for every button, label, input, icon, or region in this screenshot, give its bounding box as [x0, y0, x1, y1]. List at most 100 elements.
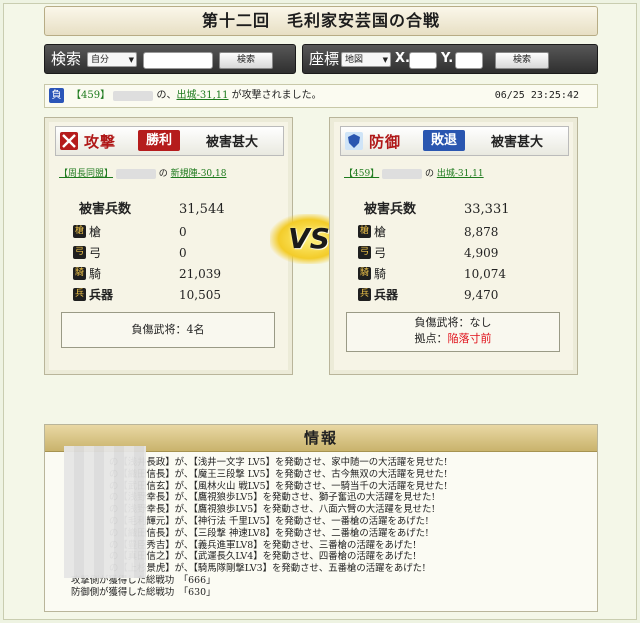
attack-row-bow: 弓 弓 0	[59, 243, 279, 263]
crossed-swords-icon	[60, 132, 78, 150]
notice-alliance-link[interactable]: 【459】	[71, 90, 110, 101]
attack-total-label: 被害兵数	[79, 202, 132, 217]
defense-row-cavalry: 騎 騎 10,074	[344, 264, 564, 284]
chevron-down-icon: ▼	[382, 56, 388, 64]
notice-timestamp: 06/25 23:25:42	[494, 90, 579, 101]
defense-header: 防御 敗退 被害甚大	[340, 126, 569, 156]
defense-row-bow: 弓 弓 4,909	[344, 243, 564, 263]
defense-row-value: 9,470	[464, 288, 499, 302]
chevron-down-icon: ▼	[128, 56, 134, 64]
defense-base-status-value: 陥落寸前	[447, 332, 492, 345]
attack-kind: 攻撃	[84, 133, 117, 151]
defense-kind: 防御	[369, 133, 402, 151]
blurred-name	[115, 168, 156, 179]
defense-owner-connector: の	[424, 169, 434, 179]
log-line: の【織田信長】が、【三段撃 神速LV8】を発動させ、二番槍の活躍をあげた!	[109, 527, 429, 539]
notice-connector: の	[156, 90, 167, 101]
blurred-name	[113, 90, 154, 101]
coordinate-label: 座標	[309, 50, 340, 68]
notice-message: 【459】 の、出城-31,11 が攻撃されました。	[71, 90, 322, 101]
defense-total-label: 被害兵数	[364, 202, 417, 217]
attack-row-value: 10,505	[179, 288, 221, 302]
attack-result-badge: 勝利	[138, 130, 180, 151]
attack-row-spear: 槍 槍 0	[59, 222, 279, 242]
horse-icon: 騎	[358, 267, 371, 280]
siege-weapon-icon: 兵	[358, 288, 371, 301]
search-scope-select[interactable]: 自分 ▼	[87, 52, 137, 67]
battle-notice: 負 【459】 の、出城-31,11 が攻撃されました。 06/25 23:25…	[44, 84, 598, 108]
log-line: の【真田信之】が、【武運長久LV4】を発動させ、四番槍の活躍をあげた!	[109, 551, 417, 563]
search-bar: 検索 自分 ▼ 検索	[44, 44, 296, 74]
page-title: 第十二回 毛利家安芸国の合戦	[44, 6, 598, 36]
horse-icon: 騎	[73, 267, 86, 280]
defense-row-name: 兵器	[374, 288, 399, 302]
defense-total-value: 33,331	[464, 202, 510, 217]
attack-alliance-link[interactable]: 【周長同盟】	[59, 169, 113, 179]
attack-owner: 【周長同盟】 の 新規陣-30,18	[59, 166, 226, 179]
defense-row-spear: 槍 槍 8,878	[344, 222, 564, 242]
attack-row-name: 槍	[89, 225, 102, 239]
defense-panel: 防御 敗退 被害甚大 【459】 の 出城-31,11 被害兵数 33,331 …	[329, 117, 578, 375]
defeat-badge: 負	[49, 88, 64, 103]
defense-injured-text: 負傷武将：なし	[414, 316, 492, 329]
coordinate-search-button[interactable]: 検索	[495, 52, 549, 69]
attack-row-value: 0	[179, 225, 187, 239]
defense-result-badge: 敗退	[423, 130, 465, 151]
attack-injured-text: 負傷武将：4名	[131, 323, 205, 336]
log-line: の【織田信長】が、【魔王三段撃 LV5】を発動させ、古今無双の大活躍を見せた!	[109, 468, 448, 480]
log-line: の【上杉景虎】が、【騎馬隊剛撃LV3】を発動させ、五番槍の活躍をあげた!	[109, 563, 426, 575]
attack-row-name: 弓	[89, 246, 102, 260]
search-input[interactable]	[143, 52, 213, 69]
log-line: の【浅井長政】が、【浅井一文字 LV5】を発動させ、家中随一の大活躍を見せた!	[109, 457, 448, 468]
log-line: の【毛利輝元】が、【神行法 千里LV5】を発動させ、一番槍の活躍をあげた!	[109, 515, 429, 527]
log-line: の【武田信玄】が、【風林火山 戦LV5】を発動させ、一騎当千の大活躍を見せた!	[109, 480, 448, 492]
attack-merit-total: 攻撃側が獲得した総戦功 「666」	[71, 574, 216, 586]
y-coordinate-input[interactable]	[455, 52, 483, 69]
defense-total-row: 被害兵数 33,331	[344, 200, 564, 220]
defense-row-value: 10,074	[464, 267, 506, 281]
defense-row-name: 騎	[374, 267, 387, 281]
notice-text: が攻撃されました。	[231, 90, 322, 101]
defense-base-link[interactable]: 出城-31,11	[437, 169, 484, 179]
shield-icon	[345, 132, 363, 150]
coordinate-map-select[interactable]: 地図 ▼	[341, 52, 391, 67]
defense-owner: 【459】 の 出城-31,11	[344, 166, 484, 179]
attack-row-value: 0	[179, 246, 187, 260]
attack-injured-box: 負傷武将：4名	[61, 312, 275, 348]
search-button[interactable]: 検索	[219, 52, 273, 69]
blurred-name	[382, 168, 423, 179]
defense-row-value: 8,878	[464, 225, 499, 239]
attack-panel: 攻撃 勝利 被害甚大 【周長同盟】 の 新規陣-30,18 被害兵数 31,54…	[44, 117, 293, 375]
defense-row-name: 弓	[374, 246, 387, 260]
attack-header: 攻撃 勝利 被害甚大	[55, 126, 284, 156]
notice-target-link[interactable]: 出城-31,11	[176, 90, 228, 101]
x-label: X.	[395, 51, 410, 66]
defense-row-value: 4,909	[464, 246, 499, 260]
log-line: の【浅野幸長】が、【鷹視狼歩LV5】を発動させ、八面六臂の大活躍を見せた!	[109, 504, 436, 516]
log-line: の【豊臣秀吉】が、【義兵進軍LV8】を発動させ、三番槍の活躍をあげた!	[109, 539, 417, 551]
attack-owner-connector: の	[158, 169, 168, 179]
attack-row-cavalry: 騎 騎 21,039	[59, 264, 279, 284]
attack-base-link[interactable]: 新規陣-30,18	[171, 169, 227, 179]
spear-icon: 槍	[358, 225, 371, 238]
coordinate-map-value: 地図	[345, 55, 364, 65]
attack-row-name: 兵器	[89, 288, 114, 302]
defense-injured-box: 負傷武将：なし 拠点：陥落寸前	[346, 312, 560, 352]
x-coordinate-input[interactable]	[409, 52, 437, 69]
search-scope-value: 自分	[91, 55, 110, 65]
log-line: の【浅野幸長】が、【鷹視狼歩LV5】を発動させ、獅子奮迅の大活躍を見せた!	[109, 492, 436, 504]
battle-log: の【浅井長政】が、【浅井一文字 LV5】を発動させ、家中随一の大活躍を見せた! …	[71, 457, 591, 599]
coordinate-bar: 座標 地図 ▼ X. Y. 検索	[302, 44, 598, 74]
attack-total-row: 被害兵数 31,544	[59, 200, 279, 220]
defense-alliance-link[interactable]: 【459】	[344, 169, 379, 179]
defense-damage: 被害甚大	[491, 135, 544, 150]
attack-row-name: 騎	[89, 267, 102, 281]
bow-icon: 弓	[73, 246, 86, 259]
defense-base-status: 拠点：陥落寸前	[347, 331, 559, 347]
attack-row-siege: 兵 兵器 10,505	[59, 285, 279, 305]
y-label: Y.	[441, 51, 454, 66]
siege-weapon-icon: 兵	[73, 288, 86, 301]
defense-base-label: 拠点：	[414, 332, 448, 345]
attack-damage: 被害甚大	[206, 135, 259, 150]
attack-row-value: 21,039	[179, 267, 221, 281]
